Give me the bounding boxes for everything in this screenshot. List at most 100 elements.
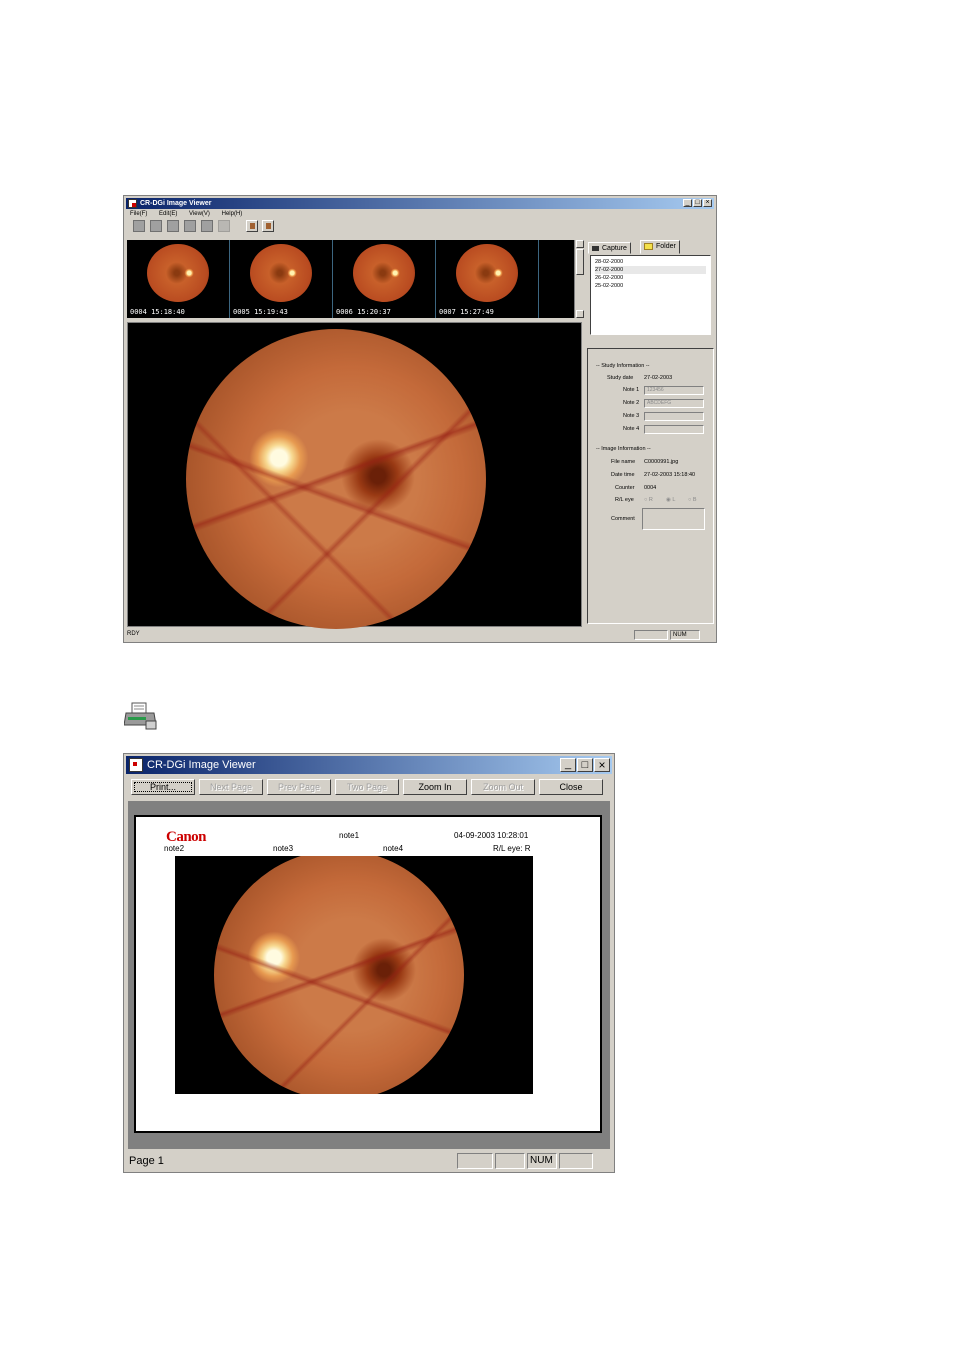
filename-value: C0000991.jpg bbox=[644, 459, 679, 465]
prev-page-button[interactable]: Prev Page bbox=[267, 779, 331, 795]
status-bar: Page 1 NUM bbox=[126, 1152, 612, 1170]
note2-label: Note 2 bbox=[623, 400, 640, 406]
list-item[interactable]: 25-02-2000 bbox=[595, 282, 706, 290]
menu-edit[interactable]: Edit(E) bbox=[159, 211, 177, 217]
zoom-out-button[interactable]: Zoom Out bbox=[471, 779, 535, 795]
close-button[interactable]: × bbox=[594, 758, 610, 772]
eye-label: R/L eye bbox=[615, 497, 634, 503]
thumbnail-caption: 0005 15:19:43 bbox=[233, 308, 288, 316]
note1-label: Note 1 bbox=[623, 387, 640, 393]
note3-field[interactable] bbox=[644, 412, 704, 421]
status-cell bbox=[559, 1153, 593, 1169]
thumbnail-caption: 0007 15:27:49 bbox=[439, 308, 494, 316]
preview-area: Canon note1 04-09-2003 10:28:01 note2 no… bbox=[128, 801, 610, 1149]
close-preview-button[interactable]: Close bbox=[539, 779, 603, 795]
close-button[interactable]: × bbox=[703, 199, 712, 207]
maximize-button[interactable]: □ bbox=[693, 199, 702, 207]
camera-icon bbox=[592, 245, 599, 251]
thumbnail-strip: 0004 15:18:40 0005 15:19:43 0006 15:20:3… bbox=[127, 240, 582, 318]
multi-view-icon[interactable] bbox=[262, 220, 274, 232]
note4-label: Note 4 bbox=[623, 426, 640, 432]
list-item[interactable]: 28-02-2000 bbox=[595, 258, 706, 266]
toolbar bbox=[126, 219, 714, 233]
next-page-button[interactable]: Next Page bbox=[199, 779, 263, 795]
thumbnail-scrollbar[interactable] bbox=[574, 240, 585, 318]
status-text: RDY bbox=[127, 631, 140, 637]
note1-field[interactable]: 123456 bbox=[644, 386, 704, 395]
fundus-image bbox=[214, 856, 464, 1094]
counter-label: Counter bbox=[615, 485, 635, 491]
viewer-titlebar[interactable]: CR-DGi Image Viewer _ □ × bbox=[126, 198, 714, 209]
thumbnail-caption: 0004 15:18:40 bbox=[130, 308, 185, 316]
minimize-button[interactable]: _ bbox=[560, 758, 576, 772]
two-page-button[interactable]: Two Page bbox=[335, 779, 399, 795]
status-num: NUM bbox=[527, 1153, 557, 1169]
thumbnail-caption: 0006 15:20:37 bbox=[336, 308, 391, 316]
menubar: File(F) Edit(E) View(V) Help(H) bbox=[126, 209, 714, 219]
menu-file[interactable]: File(F) bbox=[130, 211, 147, 217]
menu-help[interactable]: Help(H) bbox=[222, 211, 243, 217]
fundus-thumbnail bbox=[353, 244, 415, 302]
date-list[interactable]: 28-02-2000 27-02-2000 26-02-2000 25-02-2… bbox=[590, 255, 711, 335]
printed-fundus-area bbox=[175, 856, 533, 1094]
viewer-window: CR-DGi Image Viewer _ □ × File(F) Edit(E… bbox=[123, 195, 717, 643]
main-image-view[interactable] bbox=[127, 322, 582, 629]
status-bar: RDY NUM bbox=[126, 630, 714, 640]
fundus-thumbnail bbox=[250, 244, 312, 302]
counter-value: 0004 bbox=[644, 485, 657, 491]
print-icon[interactable] bbox=[167, 220, 179, 232]
single-view-icon[interactable] bbox=[246, 220, 258, 232]
page-indicator: Page 1 bbox=[129, 1155, 164, 1167]
fundus-image bbox=[186, 329, 486, 629]
comment-field[interactable] bbox=[642, 508, 705, 530]
menu-view[interactable]: View(V) bbox=[189, 211, 210, 217]
thumbnail[interactable]: 0004 15:18:40 bbox=[127, 240, 230, 318]
page-note4: note4 bbox=[383, 844, 404, 853]
datetime-label: Date time bbox=[611, 472, 635, 478]
filename-label: File name bbox=[611, 459, 636, 465]
image-info-header: -- Image Information -- bbox=[596, 446, 651, 452]
info-panel: -- Study Information -- Study date 27-02… bbox=[587, 348, 714, 624]
tab-folder[interactable]: Folder bbox=[640, 240, 680, 254]
minimize-button[interactable]: _ bbox=[683, 199, 692, 207]
list-item-selected[interactable]: 27-02-2000 bbox=[595, 266, 706, 274]
study-date-value: 27-02-2003 bbox=[644, 375, 673, 381]
app-icon bbox=[128, 199, 137, 208]
zoom-in-button[interactable]: Zoom In bbox=[403, 779, 467, 795]
app-icon bbox=[129, 758, 143, 772]
maximize-button[interactable]: □ bbox=[577, 758, 593, 772]
print-preview-window: CR-DGi Image Viewer _ □ × Print... Next … bbox=[123, 753, 615, 1173]
list-item[interactable]: 26-02-2000 bbox=[595, 274, 706, 282]
datetime-value: 27-02-2003 15:18:40 bbox=[644, 472, 696, 478]
thumbnail[interactable]: 0006 15:20:37 bbox=[333, 240, 436, 318]
note3-label: Note 3 bbox=[623, 413, 640, 419]
status-cell bbox=[495, 1153, 525, 1169]
save-icon[interactable] bbox=[133, 220, 145, 232]
status-cell bbox=[457, 1153, 493, 1169]
print-page: Canon note1 04-09-2003 10:28:01 note2 no… bbox=[134, 815, 602, 1133]
status-num: NUM bbox=[670, 630, 700, 640]
delete-icon[interactable] bbox=[184, 220, 196, 232]
page-note3: note3 bbox=[273, 844, 294, 853]
fundus-thumbnail bbox=[147, 244, 209, 302]
tab-capture[interactable]: Capture bbox=[588, 242, 631, 254]
print-button[interactable]: Print... bbox=[131, 779, 195, 795]
eye-radio-r[interactable]: ○ R bbox=[644, 497, 653, 503]
note4-field[interactable] bbox=[644, 425, 704, 434]
fundus-thumbnail bbox=[456, 244, 518, 302]
disabled-tool-icon bbox=[218, 220, 230, 232]
edit-icon[interactable] bbox=[150, 220, 162, 232]
note2-field[interactable]: ABCDEFG bbox=[644, 399, 704, 408]
preview-titlebar[interactable]: CR-DGi Image Viewer _ □ × bbox=[126, 756, 612, 774]
status-cell bbox=[634, 630, 668, 640]
preview-title: CR-DGi Image Viewer bbox=[147, 759, 256, 771]
viewer-title: CR-DGi Image Viewer bbox=[140, 200, 212, 207]
eye-radio-l[interactable]: ◉ L bbox=[666, 497, 675, 503]
folder-icon bbox=[644, 242, 653, 250]
thumbnail[interactable]: 0007 15:27:49 bbox=[436, 240, 539, 318]
printer-icon bbox=[124, 702, 157, 730]
comment-label: Comment bbox=[611, 516, 635, 522]
eye-radio-b[interactable]: ○ B bbox=[688, 497, 697, 503]
thumbnail[interactable]: 0005 15:19:43 bbox=[230, 240, 333, 318]
export-icon[interactable] bbox=[201, 220, 213, 232]
